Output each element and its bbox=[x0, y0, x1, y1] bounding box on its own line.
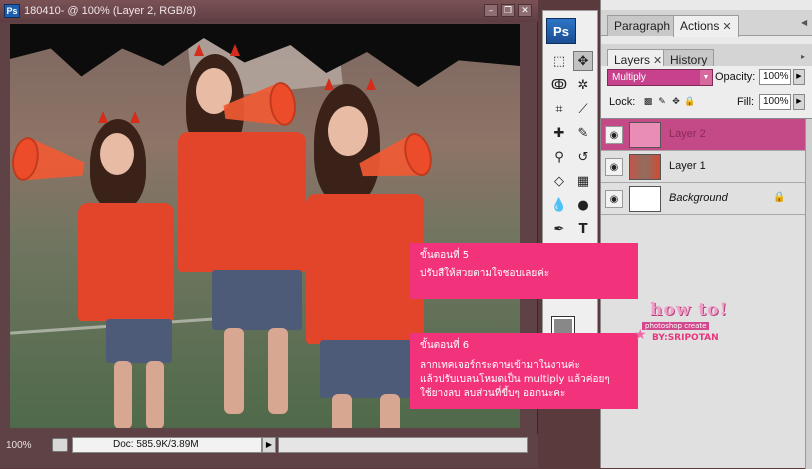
lock-position-icon[interactable]: ✥ bbox=[671, 97, 681, 107]
lock-image-icon[interactable]: ✎ bbox=[657, 97, 667, 107]
tab-layers-label: Layers bbox=[614, 53, 651, 67]
layer-thumbnail bbox=[629, 154, 661, 180]
step-5-text: ปรับสีให้สวยตามใจชอบเลยค่ะ bbox=[420, 268, 550, 279]
zoom-level[interactable]: 100% bbox=[6, 440, 32, 451]
fill-field[interactable]: 100% bbox=[759, 94, 791, 110]
paragraph-actions-tabstrip: Paragraph Actions ✕ ◀ bbox=[601, 10, 812, 37]
restore-icon[interactable]: ❐ bbox=[501, 4, 515, 17]
step-6-note: ขั้นตอนที่ 6 ลากเทคเจอร์กระดาษเข้ามาในงา… bbox=[410, 333, 638, 409]
step-6-title: ขั้นตอนที่ 6 bbox=[420, 340, 470, 351]
visibility-eye-icon[interactable]: ◉ bbox=[605, 126, 623, 144]
blur-tool-icon[interactable]: 💧 bbox=[549, 195, 569, 215]
watermark-title: how to! bbox=[650, 300, 728, 320]
lock-transparency-icon[interactable]: ▩ bbox=[643, 97, 653, 107]
layer-name: Background bbox=[669, 192, 728, 204]
gradient-tool-icon[interactable]: ▦ bbox=[573, 171, 593, 191]
lasso-tool-icon[interactable]: ↂ bbox=[549, 75, 569, 95]
layers-scrollbar[interactable] bbox=[805, 119, 812, 469]
step-6-line-2: แล้วปรับเบลนโหมดเป็น multiply แล้วค่อยๆ bbox=[420, 374, 610, 385]
tab-actions[interactable]: Actions ✕ bbox=[673, 15, 739, 37]
window-controls: – ❐ ✕ bbox=[484, 4, 532, 17]
layer-lock-icon: 🔒 bbox=[773, 192, 786, 203]
visibility-eye-icon[interactable]: ◉ bbox=[605, 190, 623, 208]
status-menu-arrow-icon[interactable]: ▶ bbox=[262, 437, 276, 453]
layer-thumbnail bbox=[629, 186, 661, 212]
navigator-icon[interactable] bbox=[52, 438, 68, 452]
crop-tool-icon[interactable]: ⌗ bbox=[549, 99, 569, 119]
layer-row-layer-1[interactable]: ◉ Layer 1 bbox=[601, 151, 805, 183]
photo-megaphone-middle bbox=[221, 80, 299, 134]
watermark-logo: ★ how to! photoshop create BY:SRIPOTAN bbox=[634, 300, 746, 348]
layer-name: Layer 2 bbox=[669, 128, 706, 140]
document-titlebar[interactable]: Ps 180410- @ 100% (Layer 2, RGB/8) – ❐ ✕ bbox=[0, 0, 538, 22]
watermark-author: BY:SRIPOTAN bbox=[652, 333, 719, 343]
panel-menu-icon[interactable]: ◀ bbox=[801, 18, 811, 28]
history-brush-tool-icon[interactable]: ↺ bbox=[573, 147, 593, 167]
document-title: 180410- @ 100% (Layer 2, RGB/8) bbox=[24, 5, 196, 17]
lock-all-icon[interactable]: 🔒 bbox=[684, 97, 695, 107]
horizontal-scrollbar[interactable] bbox=[278, 437, 528, 453]
photo-megaphone-left bbox=[10, 135, 88, 191]
dodge-tool-icon[interactable]: ● bbox=[573, 195, 593, 215]
document-statusbar: 100% Doc: 585.9K/3.89M ▶ bbox=[0, 434, 538, 468]
chevron-down-icon: ▼ bbox=[700, 70, 712, 85]
step-6-line-1: ลากเทคเจอร์กระดาษเข้ามาในงานค่ะ bbox=[420, 360, 580, 371]
blend-mode-select[interactable]: Multiply ▼ bbox=[607, 69, 713, 86]
close-icon[interactable]: ✕ bbox=[518, 4, 532, 17]
opacity-field[interactable]: 100% bbox=[759, 69, 791, 85]
eraser-tool-icon[interactable]: ◇ bbox=[549, 171, 569, 191]
brush-tool-icon[interactable]: ✎ bbox=[573, 123, 593, 143]
minimize-icon[interactable]: – bbox=[484, 4, 498, 17]
tab-history-label: History bbox=[670, 53, 708, 67]
layers-panel-menu-icon[interactable]: ▸ bbox=[801, 52, 811, 62]
step-6-line-3: ใช้ยางลบ ลบส่วนที่ขี้บๆ ออกนะคะ bbox=[420, 388, 566, 399]
fill-label: Fill: bbox=[737, 96, 755, 108]
fill-slider-arrow-icon[interactable]: ▶ bbox=[793, 94, 805, 110]
layer-row-background[interactable]: ◉ Background 🔒 bbox=[601, 183, 805, 215]
visibility-eye-icon[interactable]: ◉ bbox=[605, 158, 623, 176]
blend-mode-value: Multiply bbox=[612, 72, 646, 83]
tab-paragraph[interactable]: Paragraph bbox=[607, 15, 678, 36]
opacity-label: Opacity: bbox=[715, 71, 756, 83]
tab-actions-label: Actions bbox=[680, 19, 720, 33]
watermark-subtitle: photoshop create bbox=[642, 322, 710, 330]
pen-tool-icon[interactable]: ✒ bbox=[549, 219, 569, 239]
lock-label: Lock: bbox=[609, 96, 636, 108]
photoshop-icon: Ps bbox=[4, 4, 20, 18]
photoshop-logo: Ps bbox=[546, 18, 576, 44]
layer-name: Layer 1 bbox=[669, 160, 706, 172]
document-size-info: Doc: 585.9K/3.89M bbox=[72, 437, 262, 453]
tab-paragraph-label: Paragraph bbox=[614, 19, 671, 33]
layers-controls: Multiply ▼ Opacity: 100% ▶ Lock: ▩ ✎ ✥ 🔒… bbox=[601, 66, 812, 118]
move-tool-icon[interactable]: ✥ bbox=[573, 51, 593, 71]
type-tool-icon[interactable]: T bbox=[573, 219, 593, 239]
marquee-tool-icon[interactable]: ⬚ bbox=[549, 51, 569, 71]
layer-row-layer-2[interactable]: ◉ Layer 2 bbox=[601, 119, 805, 151]
close-tab-icon[interactable]: ✕ bbox=[722, 21, 731, 33]
step-5-note: ขั้นตอนที่ 5 ปรับสีให้สวยตามใจชอบเลยค่ะ bbox=[410, 243, 638, 299]
opacity-slider-arrow-icon[interactable]: ▶ bbox=[793, 69, 805, 85]
step-5-title: ขั้นตอนที่ 5 bbox=[420, 250, 470, 261]
clone-stamp-tool-icon[interactable]: ⚲ bbox=[549, 147, 569, 167]
eyedropper-tool-icon[interactable]: ⟋ bbox=[573, 99, 593, 119]
healing-brush-tool-icon[interactable]: ✚ bbox=[549, 123, 569, 143]
layer-thumbnail bbox=[629, 122, 661, 148]
magic-wand-tool-icon[interactable]: ✲ bbox=[573, 75, 593, 95]
